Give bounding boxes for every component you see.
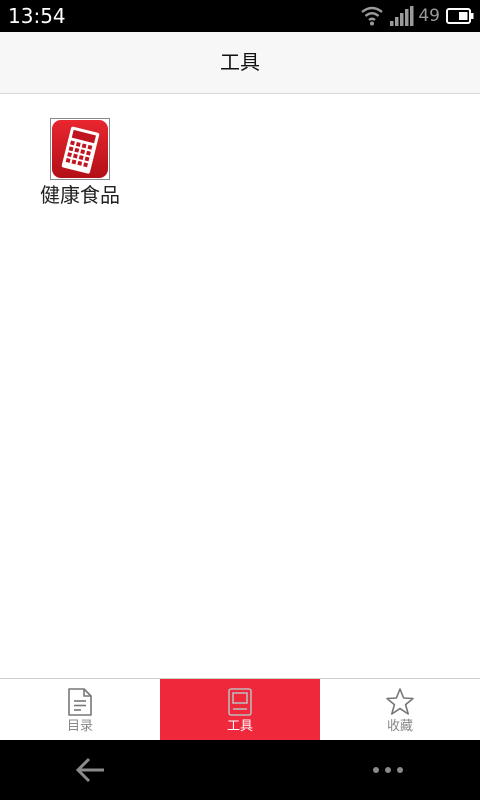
- tool-book-icon: [227, 687, 253, 721]
- tab-label: 收藏: [386, 719, 413, 734]
- status-time: 13:54: [8, 4, 66, 28]
- back-arrow-icon[interactable]: [74, 754, 108, 786]
- bottom-tab-bar: 目录 工具 收藏: [0, 678, 480, 741]
- document-icon: [67, 687, 93, 721]
- tool-label: 健康食品: [40, 183, 120, 207]
- signal-icon: [390, 6, 414, 26]
- navigation-bar: [0, 740, 480, 800]
- tab-tools[interactable]: 工具: [160, 679, 320, 741]
- status-icons: 49: [360, 4, 474, 28]
- calculator-icon: [50, 118, 110, 180]
- tool-item-health-food[interactable]: 健康食品: [30, 118, 130, 210]
- tab-catalog[interactable]: 目录: [0, 679, 160, 741]
- tab-label: 目录: [66, 719, 93, 734]
- content-area: 健康食品: [0, 94, 480, 678]
- battery-level: 49: [418, 6, 440, 26]
- app-screen: 13:54 49 工具 健康食品 目录 工具 收藏: [0, 0, 480, 800]
- tab-favorites[interactable]: 收藏: [320, 679, 480, 741]
- page-title: 工具: [220, 50, 260, 74]
- status-bar: 13:54 49: [0, 0, 480, 32]
- star-icon: [385, 687, 415, 721]
- title-bar: 工具: [0, 32, 480, 94]
- battery-icon: [446, 8, 474, 24]
- more-dots-icon[interactable]: [370, 762, 406, 778]
- tab-label: 工具: [226, 719, 253, 734]
- wifi-icon: [360, 5, 384, 27]
